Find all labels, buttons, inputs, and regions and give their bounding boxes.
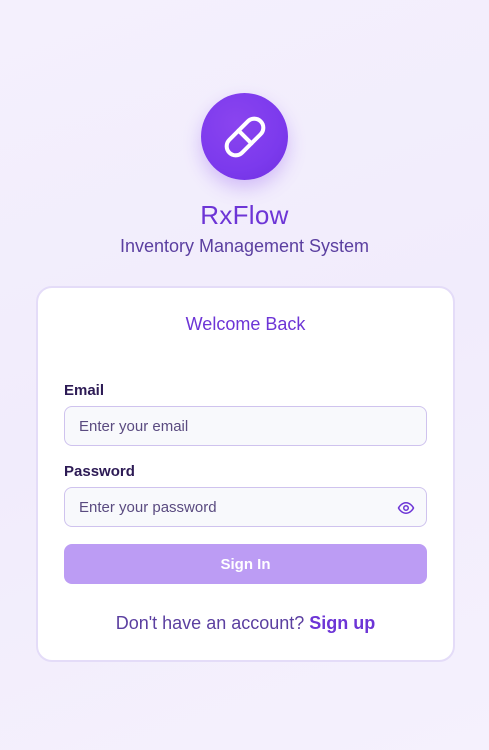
login-card: Welcome Back Email Password Sign In Don'… xyxy=(36,286,455,662)
app-subtitle: Inventory Management System xyxy=(119,236,370,256)
email-field-wrapper xyxy=(64,406,427,446)
sign-in-button[interactable]: Sign In xyxy=(64,544,427,584)
email-field[interactable] xyxy=(65,407,426,445)
sign-up-link[interactable]: Sign up xyxy=(309,613,375,633)
email-label: Email xyxy=(64,382,105,399)
signup-row: Don't have an account? Sign up xyxy=(38,613,453,634)
app-logo xyxy=(201,93,288,180)
app-title: RxFlow xyxy=(200,200,289,230)
show-password-toggle[interactable] xyxy=(396,498,416,518)
login-heading: Welcome Back xyxy=(185,314,306,334)
password-label: Password xyxy=(64,463,135,480)
signup-prompt: Don't have an account? xyxy=(115,613,305,633)
eye-icon xyxy=(397,502,415,514)
pill-icon xyxy=(224,116,265,157)
password-field-wrapper xyxy=(64,487,427,527)
password-field[interactable] xyxy=(65,488,426,526)
